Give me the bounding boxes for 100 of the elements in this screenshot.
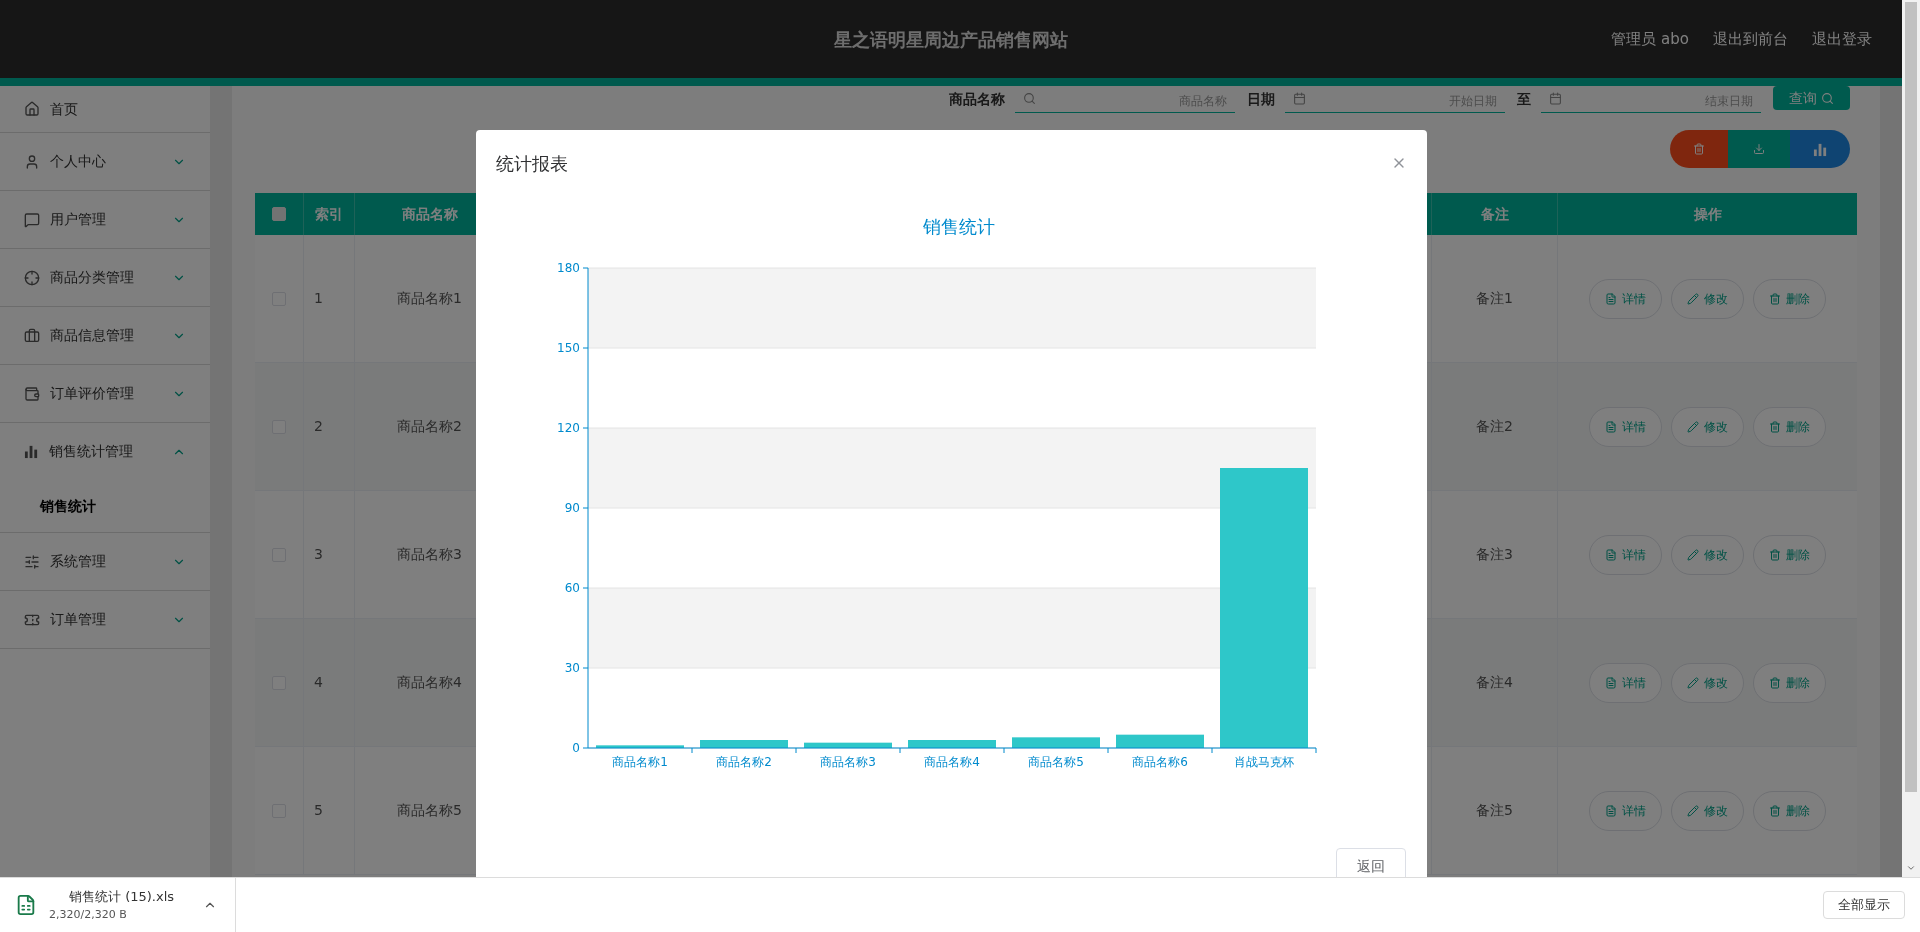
trash-icon	[1693, 143, 1705, 155]
detail-button[interactable]: 详情	[1589, 790, 1662, 831]
download-item[interactable]: 销售统计 (15).xls 2,320/2,320 B	[0, 878, 236, 932]
field-label: 至	[1517, 90, 1531, 109]
checkbox[interactable]	[272, 207, 286, 221]
edit-button[interactable]: 修改	[1671, 278, 1744, 319]
document-icon	[1605, 420, 1617, 433]
sidebar-item[interactable]: 首页	[0, 86, 210, 132]
axis-label: 180	[557, 261, 580, 275]
axis-label: 120	[557, 421, 580, 435]
trash-icon	[1769, 676, 1781, 689]
header-link[interactable]: 退出登录	[1812, 27, 1872, 51]
table-cell-text: 备注2	[1476, 417, 1513, 436]
document-icon	[1605, 292, 1617, 305]
home-icon	[24, 101, 40, 117]
search-icon	[1821, 91, 1834, 105]
sidebar-label: 商品信息管理	[50, 326, 135, 345]
sidebar-item[interactable]: 系统管理	[0, 533, 210, 590]
pencil-icon	[1687, 676, 1699, 689]
table-cell-text: 商品名称4	[397, 673, 462, 692]
field-label: 日期	[1247, 90, 1275, 109]
axis-label: 商品名称3	[820, 755, 876, 769]
sidebar-label: 订单评价管理	[50, 384, 135, 403]
delete-button[interactable]: 删除	[1753, 406, 1826, 447]
sidebar-item[interactable]: 用户管理	[0, 191, 210, 248]
trash-icon	[1769, 420, 1781, 433]
search-icon	[1023, 92, 1036, 105]
chart-button[interactable]	[1790, 130, 1850, 168]
sidebar-label: 订单管理	[50, 610, 107, 629]
table-cell-text: 1	[314, 289, 323, 308]
edit-button[interactable]: 修改	[1671, 534, 1744, 575]
column-header: 操作	[1693, 204, 1722, 224]
header-link[interactable]: 管理员 abo	[1611, 27, 1689, 51]
column-header: 商品名称	[401, 204, 458, 224]
trash-icon	[1769, 292, 1781, 305]
table-cell-text: 2	[314, 417, 323, 436]
axis-label: 肖战马克杯	[1234, 755, 1294, 769]
chat-icon	[24, 211, 40, 228]
calendar-icon	[1549, 92, 1562, 105]
sidebar-label: 销售统计管理	[49, 442, 134, 461]
delete-button[interactable]: 删除	[1753, 662, 1826, 703]
delete-button[interactable]	[1670, 130, 1728, 168]
pencil-icon	[1687, 420, 1699, 433]
file-name: 销售统计 (15).xls	[68, 888, 176, 906]
sliders-icon	[24, 553, 40, 570]
briefcase-icon	[24, 327, 40, 344]
axis-label: 商品名称1	[612, 755, 668, 769]
sidebar-item[interactable]: 商品分类管理	[0, 249, 210, 306]
download-icon	[1753, 143, 1765, 155]
trash-icon	[1769, 548, 1781, 561]
detail-button[interactable]: 详情	[1589, 534, 1662, 575]
table-cell-text: 备注4	[1476, 673, 1513, 692]
axis-label: 商品名称2	[716, 755, 772, 769]
table-cell-text: 商品名称5	[397, 801, 462, 820]
scroll-down-icon[interactable]	[1906, 863, 1916, 873]
axis-label: 商品名称6	[1132, 755, 1188, 769]
bar-chart-icon	[1812, 141, 1828, 157]
sidebar-item[interactable]: 销售统计管理	[0, 423, 210, 480]
edit-button[interactable]: 修改	[1671, 662, 1744, 703]
table-cell-text: 商品名称2	[397, 417, 462, 436]
field-label: 商品名称	[949, 90, 1005, 109]
detail-button[interactable]: 详情	[1589, 406, 1662, 447]
axis-label: 0	[572, 741, 580, 755]
sidebar-item[interactable]: 订单管理	[0, 591, 210, 648]
file-icon	[15, 894, 37, 916]
delete-button[interactable]: 删除	[1753, 278, 1826, 319]
chart-title: 销售统计	[923, 216, 995, 237]
sidebar-item[interactable]: 订单评价管理	[0, 365, 210, 422]
sidebar-item[interactable]: 商品信息管理	[0, 307, 210, 364]
edit-button[interactable]: 修改	[1671, 790, 1744, 831]
sidebar-label: 首页	[50, 99, 79, 119]
sidebar-item[interactable]: 个人中心	[0, 133, 210, 190]
column-header: 索引	[315, 204, 343, 224]
table-cell-text: 3	[314, 545, 323, 564]
back-button[interactable]: 返回	[1336, 848, 1406, 877]
calendar-icon	[1293, 92, 1306, 105]
sidebar-label: 用户管理	[50, 210, 107, 229]
sidebar-label: 个人中心	[50, 152, 107, 171]
table-cell-text: 备注3	[1476, 545, 1513, 564]
scrollbar-thumb[interactable]	[1905, 2, 1917, 792]
bar-chart-icon	[24, 444, 39, 459]
axis-label: 60	[564, 581, 580, 595]
pencil-icon	[1687, 804, 1699, 817]
table-cell-text: 5	[314, 801, 323, 820]
axis-label: 30	[564, 661, 580, 675]
crosshair-icon	[24, 269, 40, 286]
header-link[interactable]: 退出到前台	[1713, 27, 1788, 51]
wallet-icon	[24, 385, 40, 402]
delete-button[interactable]: 删除	[1753, 790, 1826, 831]
show-all-button[interactable]: 全部显示	[1823, 891, 1905, 919]
submenu-item[interactable]: 销售统计	[0, 480, 210, 532]
detail-button[interactable]: 详情	[1589, 278, 1662, 319]
axis-label: 90	[564, 501, 580, 515]
detail-button[interactable]: 详情	[1589, 662, 1662, 703]
delete-button[interactable]: 删除	[1753, 534, 1826, 575]
file-size: 2,320/2,320 B	[49, 906, 128, 923]
table-cell-text: 商品名称1	[397, 289, 462, 308]
edit-button[interactable]: 修改	[1671, 406, 1744, 447]
table-cell-text: 商品名称3	[397, 545, 462, 564]
site-title: 星之语明星周边产品销售网站	[834, 27, 1068, 52]
